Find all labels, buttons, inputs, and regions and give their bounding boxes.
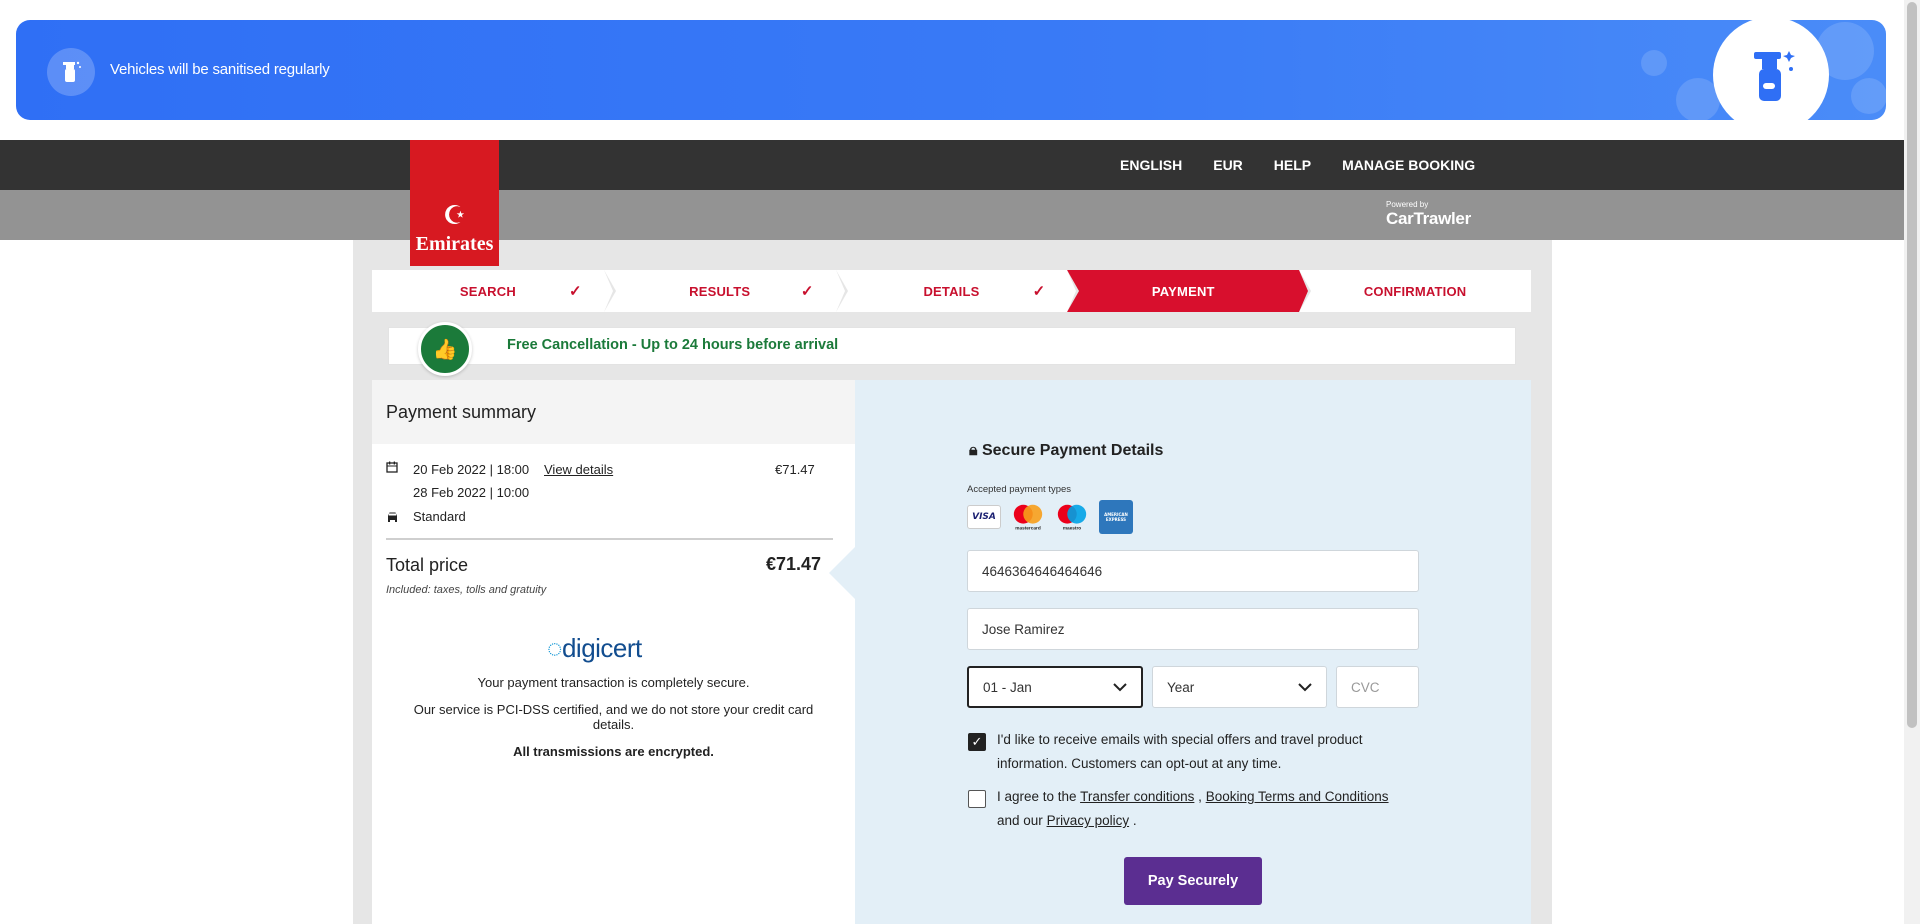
banner-message: Vehicles will be sanitised regularly <box>110 61 330 78</box>
digicert-mark-icon: ◌ <box>547 633 562 663</box>
secure-text-1: Your payment transaction is completely s… <box>477 675 750 690</box>
pickup-datetime: 20 Feb 2022 | 18:00 <box>413 462 530 477</box>
mastercard-label: mastercard <box>1015 525 1041 531</box>
booking-terms-link[interactable]: Booking Terms and Conditions <box>1206 789 1389 804</box>
car-class: Standard <box>413 509 466 524</box>
secure-text-2: Our service is PCI-DSS certified, and we… <box>413 702 814 732</box>
decor-bubble <box>1641 50 1667 76</box>
rental-price: €71.47 <box>775 462 815 477</box>
step-confirmation: CONFIRMATION <box>1299 270 1531 312</box>
terms-comma: , <box>1198 789 1202 804</box>
spray-bottle-large-icon <box>1713 20 1829 120</box>
expiry-month-select[interactable]: 01 - Jan <box>967 666 1143 708</box>
expiry-year-select[interactable]: Year <box>1152 666 1327 708</box>
terms-text: I agree to the Transfer conditions , Boo… <box>997 785 1417 833</box>
spray-bottle-icon <box>47 48 95 96</box>
step-payment: PAYMENT <box>1067 270 1312 312</box>
car-icon <box>386 510 399 525</box>
month-value: 01 - Jan <box>983 679 1032 695</box>
view-details-link[interactable]: View details <box>544 462 613 477</box>
lock-icon: 🔒︎ <box>969 442 978 459</box>
chevron-down-icon <box>1298 680 1312 695</box>
mastercard-icon: mastercard <box>1011 504 1045 531</box>
payment-summary: Payment summary 20 Feb 2022 | 18:00 View… <box>372 380 855 924</box>
sanitised-banner: Vehicles will be sanitised regularly <box>16 20 1886 120</box>
progress-steps: SEARCH ✓ RESULTS ✓ DETAILS ✓ PAYMENT CON… <box>372 270 1531 312</box>
logo-script: ☪︎ <box>442 201 467 231</box>
checkmark-icon: ✓ <box>1032 283 1046 300</box>
year-value: Year <box>1167 679 1195 695</box>
secure-payment-title: 🔒︎ Secure Payment Details <box>969 442 1163 460</box>
decor-bubble <box>1851 78 1886 114</box>
digicert-wordmark: digicert <box>561 633 642 663</box>
accepted-types-label: Accepted payment types <box>967 484 1072 495</box>
step-label: RESULTS <box>689 283 751 299</box>
nav-language[interactable]: ENGLISH <box>1120 157 1182 173</box>
offers-optin-checkbox[interactable]: ✓ <box>968 733 986 751</box>
maestro-label: maestro <box>1063 525 1081 531</box>
terms-and-our: and our <box>997 813 1043 828</box>
calendar-icon <box>386 461 398 476</box>
transfer-conditions-link[interactable]: Transfer conditions <box>1080 789 1194 804</box>
sub-header-bar <box>0 190 1904 240</box>
step-results[interactable]: RESULTS ✓ <box>603 270 848 312</box>
step-search[interactable]: SEARCH ✓ <box>372 270 616 312</box>
checkmark-icon: ✓ <box>800 283 814 300</box>
powered-by-cartrawler: Powered by CarTrawler <box>1386 200 1471 229</box>
terms-prefix: I agree to the <box>997 789 1077 804</box>
scrollbar-thumb[interactable] <box>1907 2 1917 728</box>
cvc-input[interactable]: CVC <box>1336 666 1419 708</box>
card-number-input[interactable]: 4646364646464646 <box>967 550 1419 592</box>
cartrawler-brand: CarTrawler <box>1386 209 1471 228</box>
emirates-logo[interactable]: ☪︎ Emirates <box>410 140 499 266</box>
digicert-logo: ◌digicert <box>547 633 642 664</box>
powered-by-label: Powered by <box>1386 200 1429 209</box>
step-label: DETAILS <box>923 283 980 299</box>
total-price-label: Total price <box>386 555 469 575</box>
card-logos: VISA mastercard maestro AMERICAN EXPRESS <box>967 500 1133 534</box>
summary-title: Payment summary <box>372 380 855 444</box>
step-details[interactable]: DETAILS ✓ <box>835 270 1080 312</box>
secure-text-3: All transmissions are encrypted. <box>513 744 714 759</box>
maestro-icon: maestro <box>1055 504 1089 531</box>
nav-help[interactable]: HELP <box>1274 157 1311 173</box>
amex-icon: AMERICAN EXPRESS <box>1099 500 1133 534</box>
top-nav-bar <box>0 140 1904 190</box>
nav-manage-booking[interactable]: MANAGE BOOKING <box>1342 157 1475 173</box>
free-cancellation-text: Free Cancellation - Up to 24 hours befor… <box>507 337 839 353</box>
secure-payment-title-text: Secure Payment Details <box>981 442 1164 459</box>
cardholder-name-input[interactable]: Jose Ramirez <box>967 608 1419 650</box>
offers-optin-text: I'd like to receive emails with special … <box>997 732 1363 771</box>
logo-text: Emirates <box>415 233 494 255</box>
step-label: PAYMENT <box>1151 283 1215 299</box>
divider <box>386 538 833 540</box>
nav-currency[interactable]: EUR <box>1213 157 1243 173</box>
thumbs-up-icon: 👍 <box>418 322 472 376</box>
free-cancellation-bar: 👍 Free Cancellation - Up to 24 hours bef… <box>388 322 1516 376</box>
visa-icon: VISA <box>967 505 1001 529</box>
terms-period: . <box>1132 813 1137 828</box>
included-note: Included: taxes, tolls and gratuity <box>386 584 547 596</box>
header-nav: ENGLISH EUR HELP MANAGE BOOKING <box>1120 157 1475 173</box>
pointer-arrow <box>829 547 855 599</box>
total-price-value: €71.47 <box>765 554 821 574</box>
payment-panel: 🔒︎ Secure Payment Details Accepted payme… <box>855 380 1531 924</box>
pay-securely-button[interactable]: Pay Securely <box>1124 857 1262 905</box>
privacy-policy-link[interactable]: Privacy policy <box>1047 813 1130 828</box>
chevron-down-icon <box>1113 680 1127 695</box>
checkmark-icon: ✓ <box>971 734 983 750</box>
step-label: SEARCH <box>459 283 516 299</box>
terms-checkbox[interactable] <box>968 790 986 808</box>
step-label: CONFIRMATION <box>1363 283 1467 299</box>
checkmark-icon: ✓ <box>569 283 582 300</box>
dropoff-datetime: 28 Feb 2022 | 10:00 <box>413 485 530 500</box>
